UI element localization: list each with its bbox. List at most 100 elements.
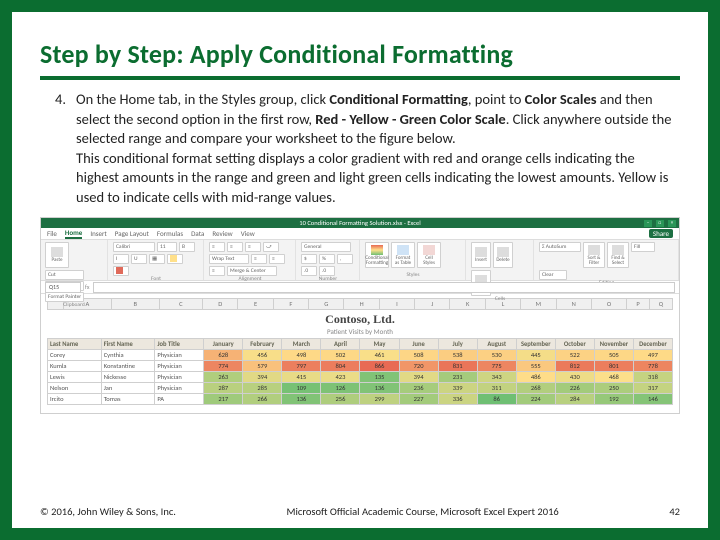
value-cell[interactable]: 136 — [360, 383, 399, 394]
value-cell[interactable]: 256 — [321, 394, 360, 405]
cell[interactable]: Lewis — [48, 372, 102, 383]
tab-insert[interactable]: Insert — [90, 229, 106, 238]
value-cell[interactable]: 126 — [321, 383, 360, 394]
align-center-button[interactable]: ≡ — [269, 254, 285, 264]
cell[interactable]: Tomas — [101, 394, 155, 405]
cell[interactable]: Konstantine — [101, 361, 155, 372]
value-cell[interactable]: 339 — [438, 383, 477, 394]
value-cell[interactable]: 486 — [516, 372, 555, 383]
col-hdr[interactable]: B — [111, 299, 159, 310]
value-cell[interactable]: 530 — [477, 350, 516, 361]
tab-home[interactable]: Home — [65, 228, 82, 239]
value-cell[interactable]: 394 — [243, 372, 282, 383]
cell[interactable]: Physician — [155, 350, 204, 361]
tab-formulas[interactable]: Formulas — [157, 229, 183, 238]
value-cell[interactable]: 831 — [438, 361, 477, 372]
value-cell[interactable]: 522 — [555, 350, 594, 361]
value-cell[interactable]: 804 — [321, 361, 360, 372]
value-cell[interactable]: 86 — [477, 394, 516, 405]
col-hdr[interactable]: E — [238, 299, 273, 310]
autosum-button[interactable]: Σ AutoSum — [539, 242, 581, 252]
value-cell[interactable]: 430 — [555, 372, 594, 383]
col-hdr[interactable]: N — [556, 299, 591, 310]
value-cell[interactable]: 336 — [438, 394, 477, 405]
value-cell[interactable]: 866 — [360, 361, 399, 372]
value-cell[interactable]: 250 — [594, 383, 633, 394]
value-cell[interactable]: 445 — [516, 350, 555, 361]
value-cell[interactable]: 231 — [438, 372, 477, 383]
inc-decimal-button[interactable]: .0 — [301, 266, 317, 276]
cell[interactable]: Physician — [155, 372, 204, 383]
value-cell[interactable]: 266 — [243, 394, 282, 405]
minimize-icon[interactable]: – — [643, 219, 653, 228]
value-cell[interactable]: 109 — [282, 383, 321, 394]
value-cell[interactable]: 423 — [321, 372, 360, 383]
value-cell[interactable]: 502 — [321, 350, 360, 361]
value-cell[interactable]: 774 — [204, 361, 243, 372]
tab-view[interactable]: View — [241, 229, 255, 238]
cell[interactable]: Jan — [101, 383, 155, 394]
dec-decimal-button[interactable]: .0 — [319, 266, 335, 276]
value-cell[interactable]: 317 — [633, 383, 672, 394]
align-left-button[interactable]: ≡ — [251, 254, 267, 264]
format-as-table-button[interactable]: Format as Table — [391, 242, 415, 268]
col-hdr[interactable]: O — [591, 299, 626, 310]
value-cell[interactable]: 236 — [399, 383, 438, 394]
value-cell[interactable]: 720 — [399, 361, 438, 372]
fill-button[interactable]: Fill — [631, 242, 655, 252]
orientation-button[interactable]: ⤻ — [263, 242, 279, 252]
paste-button[interactable]: Paste — [45, 242, 69, 268]
col-hdr[interactable]: C — [159, 299, 202, 310]
fx-icon[interactable]: fx — [85, 283, 89, 291]
close-icon[interactable]: × — [667, 219, 677, 228]
cut-button[interactable]: Cut — [45, 270, 84, 280]
value-cell[interactable]: 778 — [633, 361, 672, 372]
value-cell[interactable]: 299 — [360, 394, 399, 405]
value-cell[interactable]: 461 — [360, 350, 399, 361]
conditional-formatting-button[interactable]: Conditional Formatting — [365, 242, 389, 268]
format-painter-button[interactable]: Format Painter — [45, 292, 84, 302]
value-cell[interactable]: 497 — [633, 350, 672, 361]
tab-pagelayout[interactable]: Page Layout — [115, 229, 149, 238]
tab-data[interactable]: Data — [191, 229, 204, 238]
insert-cells-button[interactable]: Insert — [471, 242, 491, 268]
value-cell[interactable]: 263 — [204, 372, 243, 383]
value-cell[interactable]: 775 — [477, 361, 516, 372]
value-cell[interactable]: 812 — [555, 361, 594, 372]
value-cell[interactable]: 268 — [516, 383, 555, 394]
value-cell[interactable]: 797 — [282, 361, 321, 372]
font-color-button[interactable] — [113, 266, 129, 276]
maximize-icon[interactable]: □ — [655, 219, 665, 228]
value-cell[interactable]: 192 — [594, 394, 633, 405]
value-cell[interactable]: 505 — [594, 350, 633, 361]
value-cell[interactable]: 508 — [399, 350, 438, 361]
value-cell[interactable]: 284 — [555, 394, 594, 405]
value-cell[interactable]: 456 — [243, 350, 282, 361]
cell[interactable]: Corey — [48, 350, 102, 361]
col-hdr[interactable]: D — [203, 299, 238, 310]
value-cell[interactable]: 538 — [438, 350, 477, 361]
share-button[interactable]: Share — [649, 229, 673, 238]
font-family-combo[interactable]: Calibri — [113, 242, 155, 252]
col-hdr[interactable]: J — [415, 299, 450, 310]
cell[interactable]: Ircito — [48, 394, 102, 405]
align-mid-button[interactable]: ≡ — [227, 242, 243, 252]
col-hdr[interactable]: Q — [649, 299, 672, 310]
tab-file[interactable]: File — [47, 229, 57, 238]
fill-color-button[interactable] — [167, 254, 183, 264]
col-hdr[interactable]: G — [309, 299, 344, 310]
value-cell[interactable]: 224 — [516, 394, 555, 405]
value-cell[interactable]: 287 — [204, 383, 243, 394]
tab-review[interactable]: Review — [212, 229, 232, 238]
cell[interactable]: Physician — [155, 383, 204, 394]
formula-input[interactable] — [93, 282, 675, 293]
cell-styles-button[interactable]: Cell Styles — [417, 242, 441, 268]
value-cell[interactable]: 135 — [360, 372, 399, 383]
comma-button[interactable]: , — [337, 254, 353, 264]
col-hdr[interactable]: F — [273, 299, 308, 310]
align-top-button[interactable]: ≡ — [209, 242, 225, 252]
wrap-text-button[interactable]: Wrap Text — [209, 254, 249, 264]
col-hdr[interactable]: I — [379, 299, 414, 310]
value-cell[interactable]: 227 — [399, 394, 438, 405]
find-select-button[interactable]: Find & Select — [607, 242, 629, 268]
